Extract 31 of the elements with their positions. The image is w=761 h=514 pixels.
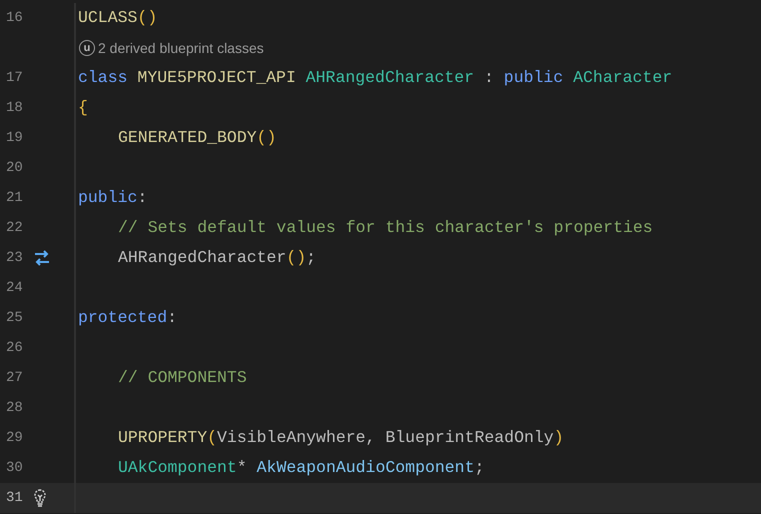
code-text: // Sets default values for this character's properties [117, 216, 653, 239]
code-hint[interactable]: 2 derived blueprint classes [98, 38, 264, 58]
line-number: 18 [5, 98, 24, 118]
line-number: 30 [5, 458, 24, 478]
line-number: 29 [5, 428, 24, 448]
line-number: 22 [5, 218, 24, 238]
code-text: AHRangedCharacter(); [117, 246, 316, 269]
line-number: 26 [5, 338, 24, 358]
line-number: 20 [5, 158, 24, 178]
lightbulb-icon[interactable] [33, 489, 47, 507]
code-text: UPROPERTY(VisibleAnywhere, BlueprintReadOnly) [117, 426, 564, 449]
code-text: UCLASS() [78, 6, 158, 29]
line-number: 27 [5, 368, 24, 388]
line-number: 25 [5, 308, 24, 328]
line-number: 23 [5, 248, 24, 268]
code-text: class MYUE5PROJECT_API AHRangedCharacter : public ACharacter [78, 66, 672, 89]
code-text: protected: [78, 306, 178, 329]
logo-badge: u [79, 40, 95, 56]
code-text: public: [78, 186, 148, 209]
line-number: 21 [5, 188, 24, 208]
line-number: 16 [5, 8, 24, 28]
code-text: { [78, 96, 88, 119]
line-number: 28 [5, 398, 24, 418]
line-number: 31 [5, 488, 24, 508]
code-text: GENERATED_BODY() [117, 126, 276, 149]
line-number: 24 [5, 278, 24, 298]
code-text: // COMPONENTS [117, 366, 247, 389]
line-number: 17 [5, 68, 24, 88]
swap-arrows-icon[interactable] [33, 250, 51, 266]
code-text: UAkComponent* AkWeaponAudioComponent; [117, 456, 484, 479]
line-number: 19 [5, 128, 24, 148]
